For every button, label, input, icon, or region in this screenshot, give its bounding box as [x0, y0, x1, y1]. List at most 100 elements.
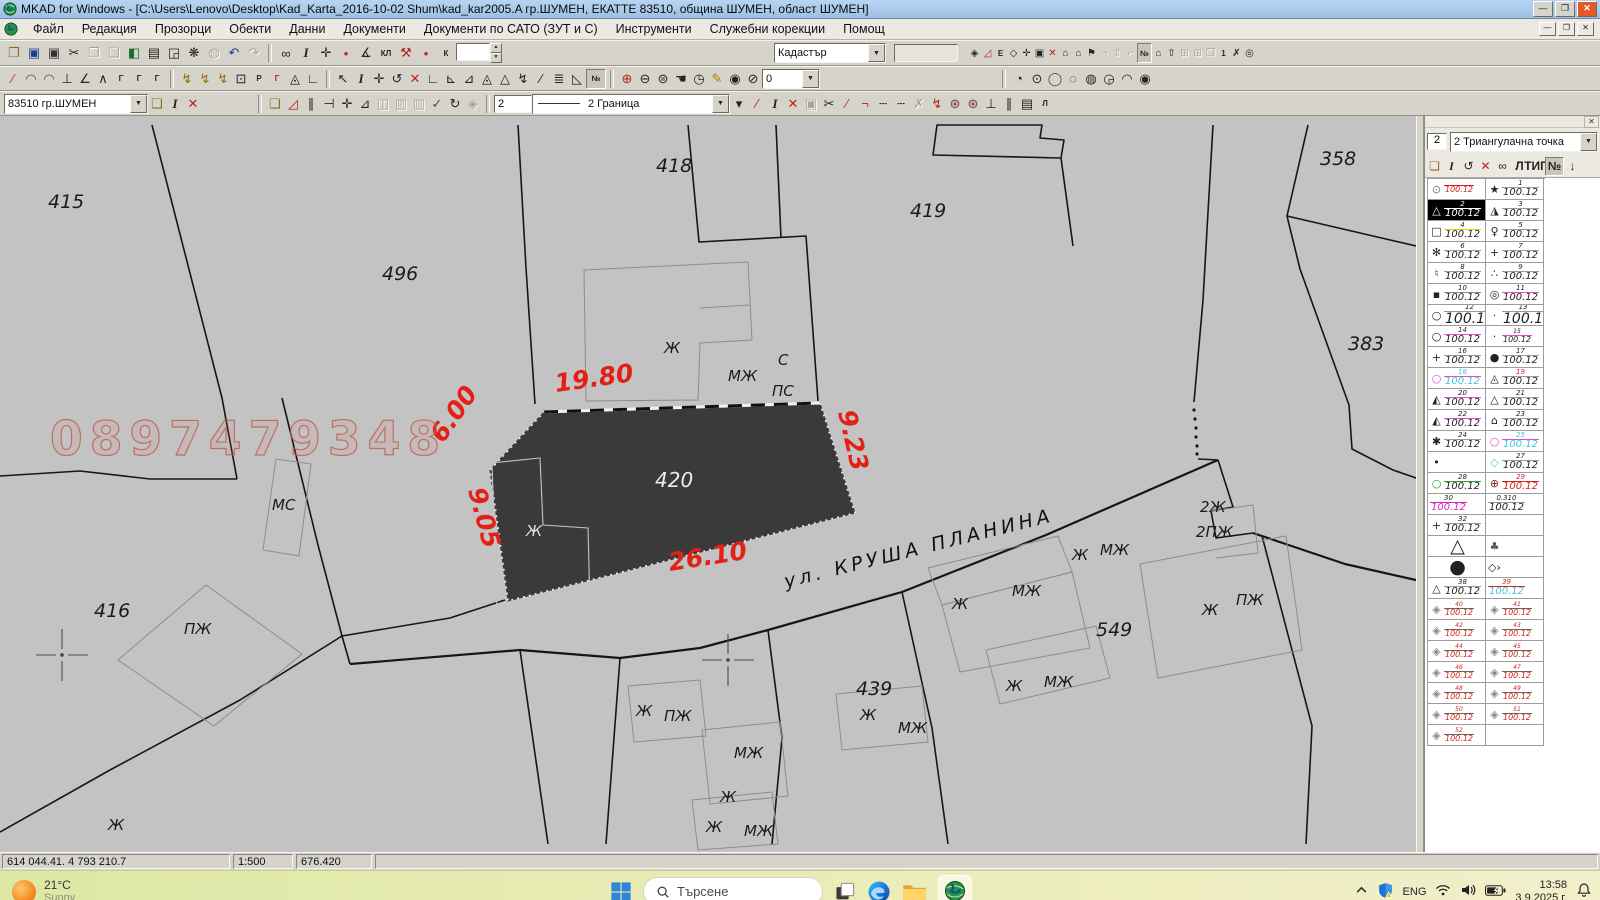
hatch-tri-button[interactable]: ◺	[568, 70, 586, 88]
p-number-button[interactable]: №	[1545, 157, 1564, 176]
corner-button[interactable]: ¬	[1098, 44, 1111, 62]
p-delete-button[interactable]: ✕	[1477, 158, 1494, 175]
rotate-button[interactable]: ↺	[388, 70, 406, 88]
angle-multi-button[interactable]: ∧	[94, 70, 112, 88]
corner-x-button[interactable]: ⌐	[1124, 44, 1137, 62]
symbol-cell-27[interactable]: ◇27100.12	[1486, 452, 1544, 473]
battery-tray-button[interactable]	[1485, 884, 1506, 900]
maximize-button[interactable]: ❐	[1555, 1, 1575, 17]
symbol-cell-18[interactable]: ○18100.12	[1428, 368, 1486, 389]
map-canvas[interactable]: 41549641841935838341643954942019.806.009…	[0, 116, 1416, 852]
print-preview-button[interactable]: ◲	[164, 44, 184, 62]
node-move-button[interactable]: ↯	[178, 70, 196, 88]
parallel-2-button[interactable]: ∥	[1000, 95, 1018, 113]
image-frame-button[interactable]: ▣	[1033, 44, 1046, 62]
cut-button[interactable]: ✂	[64, 44, 84, 62]
line-style-dropdown[interactable]: 2 Граница▼	[532, 94, 730, 114]
p-new-button[interactable]: ❏	[1426, 158, 1443, 175]
symbol-cell-39[interactable]: 39100.12	[1486, 578, 1544, 599]
arc-8-button[interactable]: ◉	[1136, 70, 1154, 88]
new-object-button[interactable]: ❏	[266, 95, 284, 113]
select-arrow-button[interactable]: ↖	[334, 70, 352, 88]
symbol-cell[interactable]: ⊙100.12	[1428, 179, 1486, 200]
symbol-cell-20[interactable]: ◭20100.12	[1428, 389, 1486, 410]
chevron-down-icon[interactable]: ▼	[712, 95, 729, 113]
symbol-cell-49[interactable]: ◈49100.12	[1486, 683, 1544, 704]
symbol-cell[interactable]: ◇›	[1486, 557, 1544, 578]
symbol-cell-5[interactable]: ♀5100.12	[1486, 221, 1544, 242]
symbol-cell[interactable]	[1486, 515, 1544, 536]
pan-hand-button[interactable]: ☚	[672, 70, 690, 88]
arc-point-button[interactable]: ◠	[22, 70, 40, 88]
line-red-button[interactable]: ∕	[4, 70, 22, 88]
symbol-cell-12[interactable]: ○12100.12	[1428, 305, 1486, 326]
lightning-2-button[interactable]: ↯	[928, 95, 946, 113]
symbol-cell-41[interactable]: ◈41100.12	[1486, 599, 1544, 620]
clock-widget[interactable]: 13:58 3.9.2025 г.	[1515, 879, 1567, 900]
grid-add-button[interactable]: ⊞	[1178, 44, 1191, 62]
crosshair-button[interactable]: ✛	[316, 44, 336, 62]
pentagon-button[interactable]: ⌂	[1152, 44, 1165, 62]
symbol-cell-13[interactable]: ·13100.1	[1486, 305, 1544, 326]
gamma-red-button[interactable]: Γ	[268, 70, 286, 88]
arc-3-button[interactable]: ◯	[1046, 70, 1064, 88]
angle-button[interactable]: ∠	[76, 70, 94, 88]
symbol-cell-19[interactable]: ◬19100.12	[1486, 368, 1544, 389]
copy-button[interactable]: ❐	[84, 44, 104, 62]
symbol-cell-51[interactable]: ◈51100.12	[1486, 704, 1544, 725]
symbol-cell-21[interactable]: △21100.12	[1486, 389, 1544, 410]
wifi-tray-button[interactable]	[1435, 882, 1451, 900]
diamond-2-button[interactable]: ◈	[464, 95, 482, 113]
p-box-button[interactable]: P	[250, 70, 268, 88]
corner-3-button[interactable]: Γ	[148, 70, 166, 88]
lightning-button[interactable]: ↯	[514, 70, 532, 88]
p-rotate-button[interactable]: ↺	[1460, 158, 1477, 175]
line-width-input[interactable]: 2	[494, 95, 532, 113]
p-italic-button[interactable]: I	[1443, 158, 1460, 175]
copy-2-button[interactable]: ❐	[1204, 44, 1217, 62]
arc-7-button[interactable]: ◠	[1118, 70, 1136, 88]
mode-dropdown[interactable]: Кадастър▼	[774, 43, 886, 63]
arc-5-button[interactable]: ◍	[1082, 70, 1100, 88]
zoom-prev-button[interactable]: ◷	[690, 70, 708, 88]
check-button[interactable]: ✓	[428, 95, 446, 113]
search-box[interactable]: Търсене	[643, 877, 823, 900]
symbol-cell[interactable]: △	[1428, 536, 1486, 557]
language-indicator[interactable]: ENG	[1403, 886, 1427, 898]
angle-red-button[interactable]: ◿	[981, 44, 994, 62]
security-tray-button[interactable]	[1377, 882, 1394, 900]
k-value-spinner[interactable]: ▲▼	[456, 43, 502, 63]
line-red-2-button[interactable]: ∕	[838, 95, 856, 113]
symbol-cell-43[interactable]: ◈43100.12	[1486, 620, 1544, 641]
delete-red-button[interactable]: ✕	[1046, 44, 1059, 62]
save-all-button[interactable]: ▣	[44, 44, 64, 62]
node-edit-button[interactable]: ⊣	[320, 95, 338, 113]
l-arrow-button[interactable]: Л	[1036, 95, 1054, 113]
zoom-window-button[interactable]: ⊜	[654, 70, 672, 88]
cut-line-button[interactable]: ✂	[820, 95, 838, 113]
italic-4-button[interactable]: I	[766, 95, 784, 113]
symbol-cell-40[interactable]: ◈40100.12	[1428, 599, 1486, 620]
symbol-cell-28[interactable]: ○28100.12	[1428, 473, 1486, 494]
ekatte-dropdown[interactable]: 83510 гр.ШУМЕН▼	[4, 94, 148, 114]
measure-angle-button[interactable]: ∡	[356, 44, 376, 62]
menu-item-8[interactable]: Служебни корекции	[701, 20, 834, 38]
node-grid-button[interactable]: ⊡	[232, 70, 250, 88]
corner-1-button[interactable]: Γ	[112, 70, 130, 88]
menu-item-6[interactable]: Документи по САТО (ЗУТ и С)	[415, 20, 607, 38]
rotate-2-button[interactable]: ↻	[446, 95, 464, 113]
object-type-dropdown[interactable]: 2 Триангулачна точка ▼	[1450, 132, 1598, 152]
seal-2-button[interactable]: ⊛	[964, 95, 982, 113]
arc-2-button[interactable]: ⊙	[1028, 70, 1046, 88]
arc-1-button[interactable]: ◔	[1010, 70, 1028, 88]
cols-2-button[interactable]: ▥	[410, 95, 428, 113]
menu-item-1[interactable]: Редакция	[73, 20, 146, 38]
style-down-button[interactable]: ▾	[730, 95, 748, 113]
kl-mode-button[interactable]: КЛ	[376, 44, 396, 62]
mirror-button[interactable]: ◫	[374, 95, 392, 113]
symbol-cell-48[interactable]: ◈48100.12	[1428, 683, 1486, 704]
corner-red-button[interactable]: ¬	[856, 95, 874, 113]
print-button[interactable]: ▤	[144, 44, 164, 62]
angle-red-2-button[interactable]: ◿	[284, 95, 302, 113]
perpendicular-button[interactable]: ⊥	[58, 70, 76, 88]
